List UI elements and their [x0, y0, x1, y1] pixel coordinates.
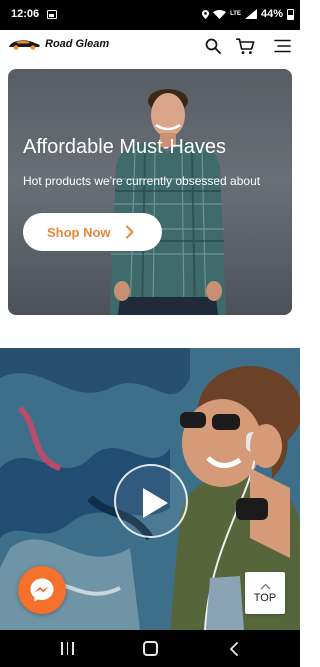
wifi-icon [213, 9, 227, 19]
system-nav-bar [0, 630, 300, 667]
back-icon[interactable] [229, 642, 239, 656]
search-button[interactable] [202, 35, 224, 57]
status-time: 12:06 [11, 8, 40, 20]
location-icon [202, 9, 210, 19]
status-bar: 12:06 LTE 44% [0, 0, 300, 30]
image-icon [47, 10, 57, 19]
lte-icon: LTE [230, 11, 241, 17]
video-play-button[interactable] [114, 464, 188, 538]
chevron-up-icon [260, 583, 270, 589]
car-logo-icon [9, 40, 40, 50]
hero-subtitle: Hot products we're currently obsessed ab… [23, 174, 261, 188]
brand-logo[interactable]: Road Gleam [7, 37, 109, 51]
cart-button[interactable] [234, 35, 256, 57]
menu-icon [273, 39, 291, 53]
hero-title: Affordable Must-Haves [23, 136, 227, 158]
battery-icon [287, 8, 294, 20]
messenger-chat-button[interactable] [18, 566, 66, 614]
status-icons: LTE 44% [202, 8, 294, 20]
search-icon [205, 38, 221, 54]
top-label: TOP [253, 591, 277, 604]
messenger-icon [30, 578, 54, 602]
hero-model-image [110, 89, 226, 315]
site-header: Road Gleam [0, 30, 300, 66]
hero-banner: Affordable Must-Haves Hot products we're… [8, 69, 292, 315]
signal-icon [244, 9, 257, 19]
shop-now-label: Shop Now [47, 224, 111, 240]
menu-button[interactable] [271, 35, 293, 57]
home-icon[interactable] [143, 641, 158, 656]
shop-now-button[interactable]: Shop Now [23, 213, 162, 251]
cart-icon [235, 37, 254, 54]
scroll-to-top-button[interactable]: TOP [245, 572, 285, 614]
battery-percentage: 44% [260, 8, 283, 20]
brand-name: Road Gleam [45, 38, 110, 50]
recents-icon[interactable] [61, 642, 74, 655]
chevron-right-icon [126, 225, 134, 239]
play-icon [143, 488, 168, 518]
